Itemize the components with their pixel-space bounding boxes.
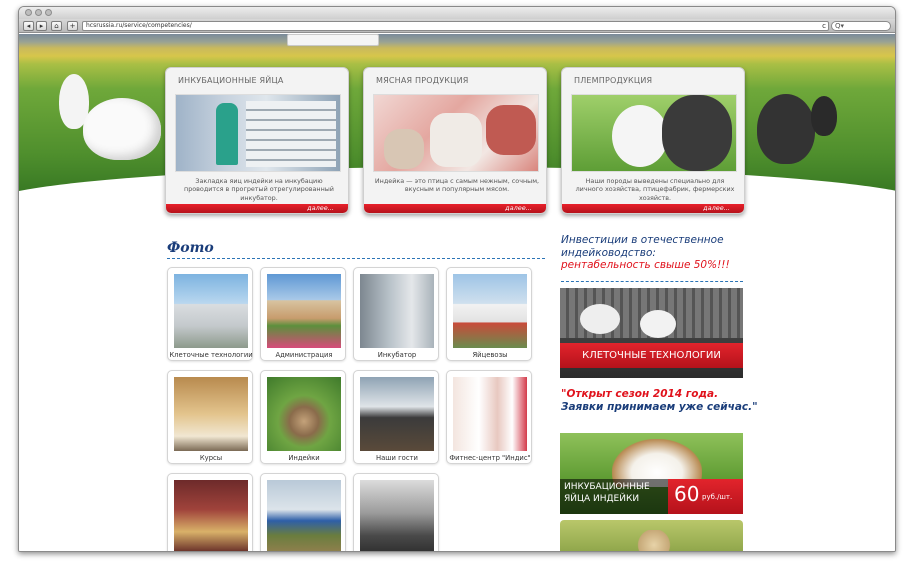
- card-title: ИНКУБАЦИОННЫЕ ЯЙЦА: [178, 76, 284, 85]
- gallery-image: [360, 480, 434, 551]
- gallery-image: [453, 377, 527, 451]
- gallery-item[interactable]: Клеточные технологии: [167, 267, 253, 361]
- home-button[interactable]: ⌂: [51, 20, 62, 31]
- search-field[interactable]: Q▾: [831, 20, 891, 31]
- cage-technology-banner[interactable]: КЛЕТОЧНЫЕ ТЕХНОЛОГИИ: [560, 288, 743, 378]
- card-text: Наши породы выведены специально для личн…: [575, 177, 735, 202]
- gallery-caption: Яйцевозы: [472, 351, 508, 359]
- gallery-image: [174, 480, 248, 551]
- invest-heading[interactable]: Инвестиции в отечественное индейководств…: [561, 234, 730, 272]
- reload-icon[interactable]: c: [822, 22, 826, 30]
- card-breeding-stock[interactable]: ПЛЕМПРОДУКЦИЯ Наши породы выведены специ…: [561, 67, 745, 214]
- gallery-item[interactable]: [167, 473, 253, 551]
- gallery-item[interactable]: Инкубатор: [353, 267, 439, 361]
- address-bar[interactable]: hcsrussia.ru/service/competencies/ c: [82, 20, 829, 31]
- black-turkey-image: [757, 94, 815, 164]
- more-link-bar[interactable]: далее...: [364, 204, 546, 213]
- truck-image: [287, 34, 379, 46]
- browser-window: ◂ ▸ ⌂ + hcsrussia.ru/service/competencie…: [18, 6, 896, 552]
- chick-banner[interactable]: [560, 520, 743, 551]
- forward-button[interactable]: ▸: [36, 20, 47, 31]
- incubator-photo: [175, 94, 341, 172]
- gallery-image: [267, 480, 341, 551]
- window-controls: [25, 9, 52, 16]
- back-button[interactable]: ◂: [23, 20, 34, 31]
- more-link-bar[interactable]: далее...: [562, 204, 744, 213]
- sidebar-divider: [561, 281, 743, 282]
- season-line: "Открыт сезон 2014 года.: [561, 388, 719, 400]
- gallery-image: [267, 274, 341, 348]
- meat-photo: [373, 94, 539, 172]
- black-turkey-image: [811, 96, 837, 136]
- invest-highlight: рентабельность свыше 50%!!!: [561, 259, 730, 271]
- gallery-image: [174, 377, 248, 451]
- gallery-item[interactable]: Индейки: [260, 370, 346, 464]
- price-unit: руб./шт.: [702, 493, 733, 501]
- card-text: Закладка яиц индейки на инкубацию провод…: [184, 177, 334, 202]
- section-title: Фото: [167, 240, 214, 256]
- gallery-caption: Фитнес-центр "Индис": [449, 454, 531, 462]
- more-link[interactable]: далее...: [703, 204, 730, 213]
- gallery-item[interactable]: Фитнес-центр "Индис": [446, 370, 532, 464]
- banner-label: ЯЙЦА ИНДЕЙКИ: [564, 494, 640, 504]
- gallery-image: [174, 274, 248, 348]
- more-link[interactable]: далее...: [505, 204, 532, 213]
- gallery-item[interactable]: Яйцевозы: [446, 267, 532, 361]
- card-title: МЯСНАЯ ПРОДУКЦИЯ: [376, 76, 469, 85]
- price-value: 60: [674, 482, 700, 506]
- add-bookmark-button[interactable]: +: [67, 20, 78, 31]
- web-page: ИНКУБАЦИОННЫЕ ЯЙЦА Закладка яиц индейки …: [19, 34, 895, 551]
- gallery-item[interactable]: [353, 473, 439, 551]
- card-meat-products[interactable]: МЯСНАЯ ПРОДУКЦИЯ Индейка — это птица с с…: [363, 67, 547, 214]
- close-window-button[interactable]: [25, 9, 32, 16]
- gallery-image: [360, 274, 434, 348]
- gallery-image: [360, 377, 434, 451]
- card-text: Индейка — это птица с самым нежным, сочн…: [374, 177, 540, 194]
- zoom-window-button[interactable]: [45, 9, 52, 16]
- card-title: ПЛЕМПРОДУКЦИЯ: [574, 76, 653, 85]
- hatching-eggs-banner[interactable]: ИНКУБАЦИОННЫЕ ЯЙЦА ИНДЕЙКИ 60 руб./шт.: [560, 433, 743, 514]
- season-notice[interactable]: "Открыт сезон 2014 года. Заявки принимае…: [561, 388, 758, 413]
- white-turkey-image: [83, 98, 161, 160]
- gallery-image: [267, 377, 341, 451]
- invest-line: индейководство:: [561, 246, 656, 259]
- invest-line: Инвестиции в отечественное: [561, 234, 724, 246]
- section-divider: [167, 258, 545, 259]
- minimize-window-button[interactable]: [35, 9, 42, 16]
- gallery-item[interactable]: Курсы: [167, 370, 253, 464]
- url-text: hcsrussia.ru/service/competencies/: [86, 21, 192, 29]
- gallery-item[interactable]: [260, 473, 346, 551]
- banner-label: КЛЕТОЧНЫЕ ТЕХНОЛОГИИ: [582, 350, 721, 361]
- more-link-bar[interactable]: далее...: [166, 204, 348, 213]
- more-link[interactable]: далее...: [307, 204, 334, 213]
- gallery-image: [453, 274, 527, 348]
- gallery-item[interactable]: Администрация: [260, 267, 346, 361]
- season-line: Заявки принимаем уже сейчас.": [561, 400, 758, 413]
- card-incubation-eggs[interactable]: ИНКУБАЦИОННЫЕ ЯЙЦА Закладка яиц индейки …: [165, 67, 349, 214]
- browser-toolbar: ◂ ▸ ⌂ + hcsrussia.ru/service/competencie…: [19, 19, 895, 33]
- title-bar: [19, 7, 895, 19]
- banner-label: ИНКУБАЦИОННЫЕ: [564, 482, 650, 492]
- gallery-item[interactable]: Наши гости: [353, 370, 439, 464]
- turkeys-photo: [571, 94, 737, 172]
